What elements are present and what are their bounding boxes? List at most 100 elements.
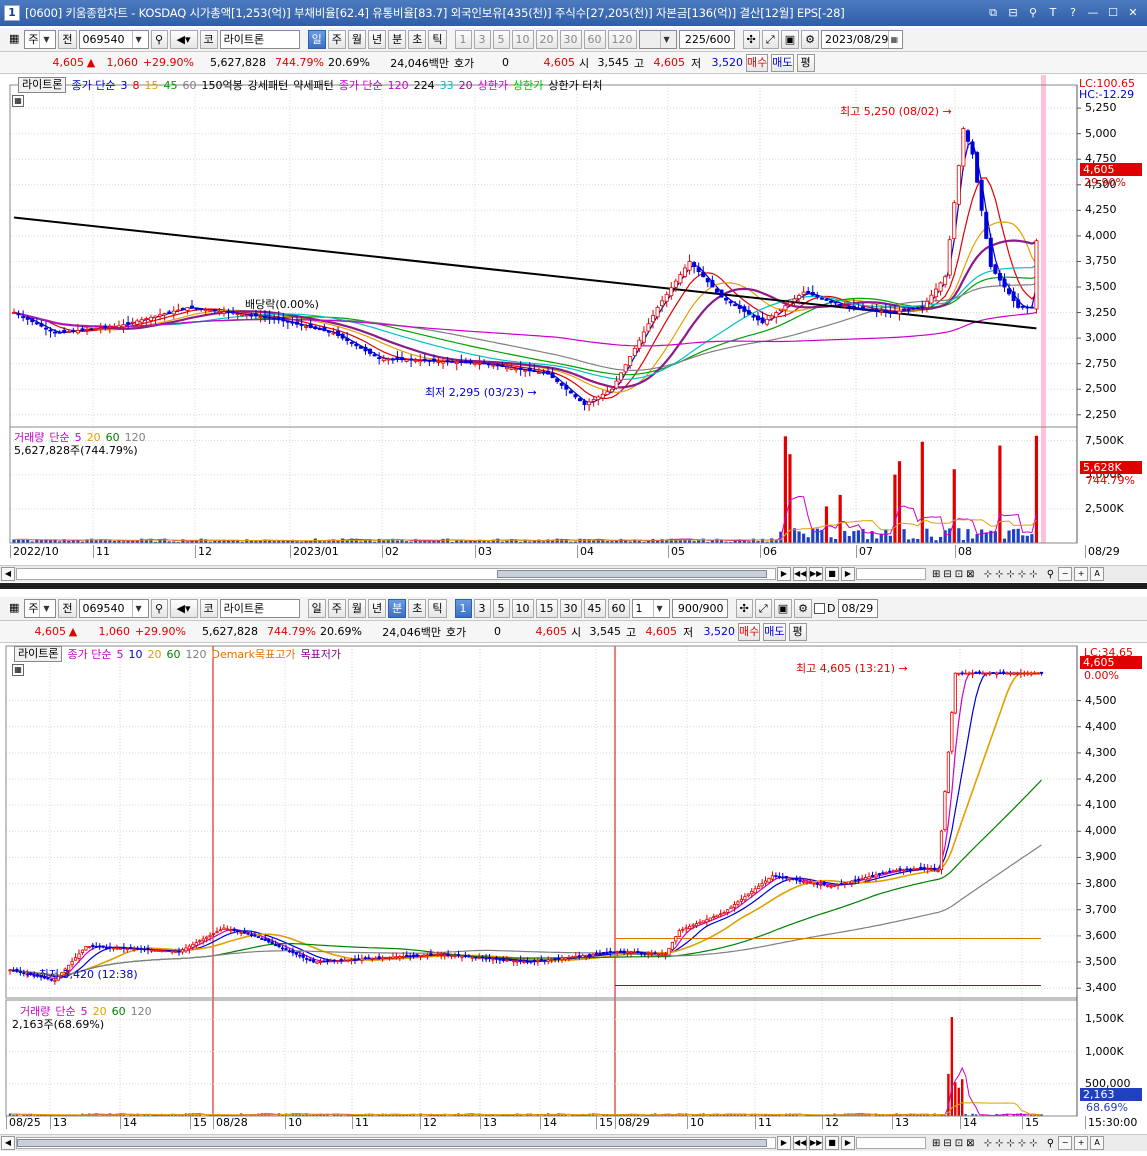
pane1-code-input[interactable]: 069540 ▼ — [78, 30, 149, 49]
help-icon[interactable]: ? — [1065, 5, 1081, 21]
pane1-interval-30[interactable]: 30 — [559, 30, 582, 49]
font-icon[interactable]: T — [1045, 5, 1061, 21]
pane2-zoom-slider[interactable] — [856, 1137, 926, 1149]
stop-icon[interactable]: ■ — [825, 567, 839, 581]
pane2-date-input[interactable]: 08/29 — [837, 599, 878, 618]
pane2-chart-area[interactable]: 라이트론 종가 단순 5 10 20 60 120 Demark목표고가 목표저… — [0, 644, 1147, 1134]
pane2-period-day[interactable]: 일 — [307, 599, 326, 618]
pane-separator[interactable] — [0, 583, 1147, 589]
play-forward-icon[interactable]: ▶▶ — [809, 567, 823, 581]
minimize-icon[interactable]: — — [1085, 5, 1101, 21]
pane2-scrollbar[interactable] — [16, 1137, 776, 1149]
pane1-interval-5[interactable]: 5 — [492, 30, 510, 49]
draw-tool-icon[interactable]: ⤢ — [761, 30, 779, 49]
pane1-period-minute[interactable]: 분 — [388, 30, 407, 49]
pane2-interval-30[interactable]: 30 — [559, 599, 582, 618]
zoom-in-icon[interactable]: + — [1074, 1136, 1089, 1150]
pane1-period-month[interactable]: 월 — [347, 30, 367, 49]
pane1-tool-icons[interactable]: ⊞⊟⊡⊠ ⊹⊹⊹⊹⊹ ⚲ — [932, 569, 1057, 580]
pane2-period-minute[interactable]: 분 — [388, 599, 407, 618]
scroll-left-icon[interactable]: ◀ — [1, 567, 15, 581]
maximize-icon[interactable]: ☐ — [1105, 5, 1121, 21]
chart-type-icon[interactable]: ▦ — [6, 599, 22, 618]
draw-tool-icon[interactable]: ⤢ — [754, 599, 772, 618]
pane1-stock-name[interactable]: 라이트론 — [219, 30, 300, 49]
pane2-interval-60[interactable]: 60 — [607, 599, 630, 618]
pane2-period-week[interactable]: 주 — [327, 599, 346, 618]
pane2-period-tick[interactable]: 틱 — [428, 599, 447, 618]
pane2-legend-name[interactable]: 라이트론 — [14, 646, 63, 662]
pane2-count-input[interactable]: 900/900 — [671, 599, 728, 618]
pane1-interval-3[interactable]: 3 — [473, 30, 491, 49]
pane1-buy-button[interactable]: 매수 — [746, 53, 769, 72]
pane1-avg-button[interactable]: 평 — [796, 53, 815, 72]
window-number[interactable]: 1 — [4, 5, 20, 21]
pane1-legend-name[interactable]: 라이트론 — [18, 77, 67, 93]
pane2-code-input[interactable]: 069540 ▼ — [78, 599, 149, 618]
pane2-interval-15[interactable]: 15 — [535, 599, 558, 618]
cascade-icon[interactable]: ⧉ — [985, 5, 1001, 21]
pane2-prev-button[interactable]: 전 — [58, 599, 77, 618]
pane2-buy-button[interactable]: 매수 — [738, 622, 761, 641]
play-back-icon[interactable]: ◀◀ — [793, 1136, 807, 1150]
pane1-interval-60[interactable]: 60 — [583, 30, 606, 49]
font-size-icon[interactable]: A — [1090, 567, 1105, 581]
sound-icon[interactable]: ◀▾ — [169, 599, 198, 618]
pane1-period-week[interactable]: 주 — [327, 30, 346, 49]
pane2-interval-1[interactable]: 1 — [454, 599, 472, 618]
pane1-period-tick[interactable]: 틱 — [428, 30, 447, 49]
sound-icon[interactable]: ◀▾ — [169, 30, 198, 49]
pane2-date-checkbox[interactable] — [814, 603, 826, 614]
pane2-period-month[interactable]: 월 — [347, 599, 367, 618]
scroll-left-icon[interactable]: ◀ — [1, 1136, 15, 1150]
search-icon[interactable]: ⚲ — [150, 599, 168, 618]
pane2-interval-10[interactable]: 10 — [511, 599, 534, 618]
search-icon[interactable]: ⚲ — [150, 30, 168, 49]
pane2-period-year[interactable]: 년 — [368, 599, 387, 618]
settings-icon[interactable]: ⚙ — [794, 599, 813, 618]
close-icon[interactable]: ✕ — [1125, 5, 1141, 21]
pane2-interval-3[interactable]: 3 — [473, 599, 491, 618]
pane2-stock-name[interactable]: 라이트론 — [219, 599, 300, 618]
pane1-period-year[interactable]: 년 — [368, 30, 387, 49]
play-back-icon[interactable]: ◀◀ — [793, 567, 807, 581]
scroll-right-icon[interactable]: ▶ — [777, 1136, 791, 1150]
pane1-period-second[interactable]: 초 — [408, 30, 427, 49]
pane1-interval-20[interactable]: 20 — [535, 30, 558, 49]
crosshair-icon[interactable]: ✣ — [735, 599, 753, 618]
pane1-interval-custom[interactable]: ▼ — [638, 30, 677, 49]
pane2-avg-button[interactable]: 평 — [788, 622, 807, 641]
zoom-in-icon[interactable]: + — [1074, 567, 1089, 581]
pane1-period-day[interactable]: 일 — [307, 30, 326, 49]
save-icon[interactable]: ▣ — [780, 30, 800, 49]
font-size-icon[interactable]: A — [1090, 1136, 1105, 1150]
chart-type-icon[interactable]: ▦ — [6, 30, 22, 49]
pane2-interval-5[interactable]: 5 — [492, 599, 510, 618]
play-forward-icon[interactable]: ▶▶ — [809, 1136, 823, 1150]
settings-icon[interactable]: ⚙ — [801, 30, 820, 49]
pin-icon[interactable]: ⚲ — [1025, 5, 1041, 21]
pane2-period-second[interactable]: 초 — [408, 599, 427, 618]
pane2-tool-icons[interactable]: ⊞⊟⊡⊠ ⊹⊹⊹⊹⊹ ⚲ — [932, 1138, 1057, 1149]
pane2-sell-button[interactable]: 매도 — [763, 622, 786, 641]
pane1-zoom-slider[interactable] — [856, 568, 926, 580]
pane2-type-select[interactable]: 주 ▼ — [24, 599, 57, 618]
crosshair-icon[interactable]: ✣ — [742, 30, 760, 49]
zoom-out-icon[interactable]: − — [1058, 567, 1073, 581]
pane2-interval-45[interactable]: 45 — [583, 599, 606, 618]
pane1-count-input[interactable]: 225/600 — [678, 30, 735, 49]
zoom-out-icon[interactable]: − — [1058, 1136, 1073, 1150]
pane1-prev-button[interactable]: 전 — [58, 30, 77, 49]
tile-icon[interactable]: ⊟ — [1005, 5, 1021, 21]
pane1-type-select[interactable]: 주 ▼ — [24, 30, 57, 49]
pane1-interval-120[interactable]: 120 — [607, 30, 637, 49]
pane2-interval-custom[interactable]: 1 ▼ — [631, 599, 670, 618]
play-icon[interactable]: ▶ — [841, 1136, 855, 1150]
pane1-sell-button[interactable]: 매도 — [771, 53, 794, 72]
pane1-date-input[interactable]: 2023/08/29 ▦ — [821, 30, 904, 49]
play-icon[interactable]: ▶ — [841, 567, 855, 581]
pane1-interval-10[interactable]: 10 — [511, 30, 534, 49]
scroll-right-icon[interactable]: ▶ — [777, 567, 791, 581]
pane1-scrollbar[interactable] — [16, 568, 776, 580]
stop-icon[interactable]: ■ — [825, 1136, 839, 1150]
